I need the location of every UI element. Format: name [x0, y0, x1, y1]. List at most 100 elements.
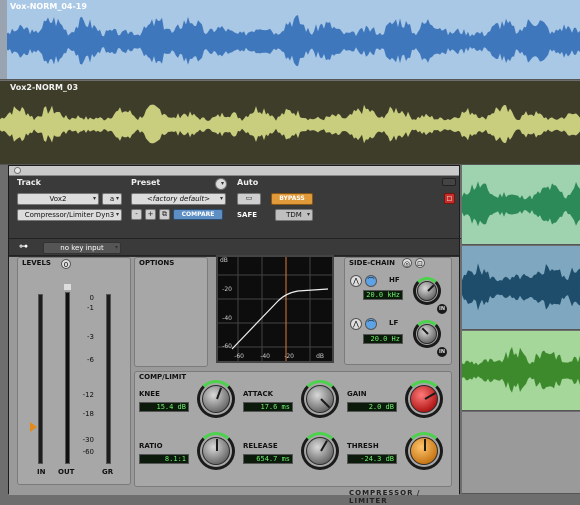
gain-value[interactable]: 2.0 dB [347, 402, 397, 412]
automation-icon[interactable]: ▭ [237, 193, 261, 205]
thresh-knob[interactable] [410, 437, 438, 465]
complimit-title: COMP/LIMIT [139, 373, 187, 381]
graph-x-unit: dB [316, 353, 324, 360]
options-panel: OPTIONS [134, 257, 208, 367]
track-empty[interactable] [462, 412, 580, 494]
ratio-value[interactable]: 8.1:1 [139, 454, 189, 464]
track-name: Vox2-NORM_03 [10, 83, 79, 92]
release-value[interactable]: 654.7 ms [243, 454, 293, 464]
format-selector[interactable]: TDM [275, 209, 313, 221]
gain-knob[interactable] [410, 385, 438, 413]
threshold-marker-icon[interactable] [30, 422, 37, 432]
waveform [462, 346, 580, 393]
graph-x-tick: -40 [260, 353, 270, 360]
channel-selector[interactable]: a [102, 193, 122, 205]
options-title: OPTIONS [139, 259, 175, 267]
hf-filter-type-icon[interactable]: ⋀ [350, 275, 362, 287]
lf-knob[interactable] [417, 324, 437, 344]
hf-value[interactable]: 20.0 kHz [363, 290, 403, 300]
scale-30: -30 [82, 436, 94, 444]
lf-filter-type-icon[interactable]: ⋀ [350, 318, 362, 330]
close-button[interactable] [14, 167, 21, 174]
plugin-window: Track Preset Auto Vox2 a Compressor/Limi… [8, 165, 461, 505]
levels-panel: LEVELS 0 0 -1 -3 -6 -12 -18 -30 -60 IN O… [17, 257, 131, 485]
track-green-1[interactable] [462, 165, 580, 245]
lf-in-button[interactable]: IN [437, 347, 447, 357]
key-input-selector[interactable]: no key input [43, 242, 121, 254]
track-green-3[interactable] [462, 331, 580, 411]
track-vox2-norm-waveform [0, 104, 580, 144]
preset-selector[interactable]: <factory default> [131, 193, 226, 205]
clip-indicator[interactable] [64, 284, 71, 290]
track-vox-norm-waveform [0, 15, 580, 67]
track-header: Track [17, 178, 41, 187]
compare-button[interactable]: COMPARE [173, 209, 223, 220]
bypass-button[interactable]: BYPASS [271, 193, 313, 205]
levels-title: LEVELS [22, 259, 51, 267]
sidechain-listen-icon[interactable]: ◎ [402, 258, 412, 268]
sidechain-title: SIDE-CHAIN [349, 259, 396, 267]
hf-in-button[interactable]: IN [437, 304, 447, 314]
plugin-name-footer: COMPRESSOR / LIMITER [349, 489, 421, 505]
hf-enable-icon[interactable]: ⌒ [365, 275, 377, 287]
transfer-curve-graph: dB -20 -40 -60 -60 -40 -20 dB [216, 255, 334, 363]
scale-6: -6 [87, 356, 94, 364]
track-selector[interactable]: Vox2 [17, 193, 99, 205]
waveform [462, 181, 580, 227]
thresh-value[interactable]: -24.3 dB [347, 454, 397, 464]
auto-header: Auto [237, 178, 259, 187]
track-vox-norm[interactable]: Vox-NORM_04-19 [0, 0, 580, 80]
input-meter [38, 294, 43, 464]
scale-1: -1 [87, 304, 94, 312]
attack-knob[interactable] [306, 385, 334, 413]
copy-icon[interactable]: ⧉ [159, 209, 170, 220]
graph-x-tick: -20 [284, 353, 294, 360]
preset-menu-button[interactable] [215, 178, 227, 190]
knee-value[interactable]: 15.4 dB [139, 402, 189, 412]
track-teal-2[interactable] [462, 246, 580, 330]
attack-label: ATTACK [243, 390, 274, 398]
meter-label-out: OUT [58, 468, 75, 476]
lf-enable-icon[interactable]: ⌒ [365, 318, 377, 330]
previous-preset-button[interactable]: - [131, 209, 142, 220]
knee-knob[interactable] [202, 385, 230, 413]
meter-label-gr: GR [102, 468, 114, 476]
graph-x-tick: -60 [234, 353, 244, 360]
scale-0: 0 [89, 294, 94, 302]
preset-header: Preset [131, 178, 161, 187]
plugin-header: Track Preset Auto Vox2 a Compressor/Limi… [9, 176, 461, 256]
scale-12: -12 [82, 391, 94, 399]
graph-y-tick: -60 [222, 343, 232, 350]
ratio-knob[interactable] [202, 437, 230, 465]
lf-label: LF [389, 319, 399, 327]
ratio-label: RATIO [139, 442, 163, 450]
hf-knob[interactable] [417, 281, 437, 301]
release-label: RELEASE [243, 442, 278, 450]
divider [9, 238, 461, 239]
target-icon[interactable]: □ [444, 193, 455, 204]
sidechain-panel: SIDE-CHAIN ◎ ⊡ ⋀ ⌒ HF 20.0 kHz IN ⋀ ⌒ LF… [344, 257, 452, 365]
release-knob[interactable] [306, 437, 334, 465]
insert-selector[interactable]: Compressor/Limiter Dyn3 [17, 209, 122, 221]
plugin-titlebar[interactable] [9, 166, 459, 176]
lf-value[interactable]: 20.0 Hz [363, 334, 403, 344]
plugin-body: LEVELS 0 0 -1 -3 -6 -12 -18 -30 -60 IN O… [9, 255, 459, 505]
meter-label-in: IN [37, 468, 46, 476]
gain-label: GAIN [347, 390, 367, 398]
safe-button[interactable]: SAFE [237, 211, 257, 219]
sidechain-external-key-icon[interactable]: ⊡ [415, 258, 425, 268]
hf-label: HF [389, 276, 400, 284]
meter-options-icon[interactable]: 0 [61, 259, 71, 269]
scale-18: -18 [82, 410, 94, 418]
gain-reduction-meter [106, 294, 111, 464]
track-edge [0, 0, 7, 79]
graph-y-tick: -40 [222, 315, 232, 322]
next-preset-button[interactable]: + [145, 209, 156, 220]
waveform [462, 263, 580, 311]
track-vox2-norm[interactable]: Vox2-NORM_03 [0, 81, 580, 165]
attack-value[interactable]: 17.6 ms [243, 402, 293, 412]
knee-label: KNEE [139, 390, 160, 398]
scale-60: -60 [82, 448, 94, 456]
window-menu-icon[interactable] [442, 178, 456, 186]
transfer-curve [218, 257, 332, 361]
